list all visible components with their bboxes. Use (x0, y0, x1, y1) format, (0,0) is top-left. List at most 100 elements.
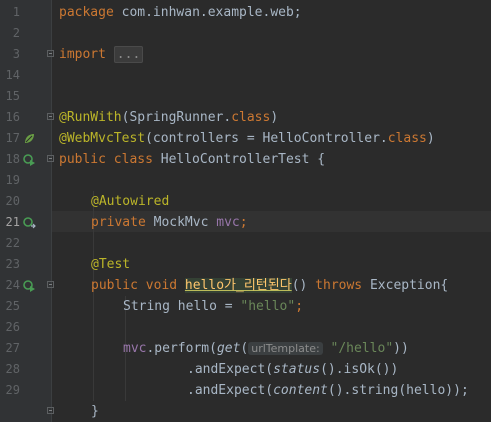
keyword-public-void: public void (91, 278, 185, 293)
code-text[interactable]: public void hello가_리턴된다() throws Excepti… (91, 275, 448, 296)
field-mvc: mvc (216, 215, 240, 230)
string-literal: "hello" (240, 299, 296, 314)
keyword-class: class (231, 110, 271, 125)
code-text[interactable]: private MockMvc mvc; (91, 212, 248, 233)
code-text[interactable]: .andExpect(status().isOk()) (187, 359, 398, 380)
folded-imports[interactable]: ... (113, 46, 144, 63)
closing-brace: } (91, 404, 99, 419)
semicolon: ; (295, 299, 304, 314)
url-literal: "/hello" (330, 341, 394, 356)
keyword-private: private (91, 215, 154, 230)
code-text[interactable]: @RunWith(SpringRunner.class) (59, 107, 278, 128)
fold-icon[interactable] (47, 155, 54, 162)
line-number: 16 (5, 110, 20, 124)
line-number: 18 (5, 152, 20, 166)
code-text[interactable]: .andExpect(content().string(hello)); (187, 380, 469, 401)
fold-icon[interactable] (47, 50, 54, 57)
line-number: 14 (5, 68, 20, 82)
line-number: 23 (5, 257, 20, 271)
exception-type: Exception{ (362, 278, 449, 293)
run-test-icon[interactable] (23, 279, 36, 292)
line-number: 2 (12, 26, 20, 40)
code-text[interactable]: public class HelloControllerTest { (59, 149, 325, 170)
is-ok-call: ().isOk()) (320, 362, 399, 377)
autowired-navigate-icon[interactable] (23, 216, 36, 229)
keyword-import: import (59, 47, 106, 62)
code-text[interactable]: @Test (91, 254, 130, 275)
annotation-webmvctest: @WebMvcTest (59, 131, 146, 146)
annotation-runwith: @RunWith (59, 110, 122, 125)
code-text[interactable]: @Autowired (91, 191, 169, 212)
code-line: 22 (0, 233, 491, 254)
code-line: 2 (0, 23, 491, 44)
keyword-throws: throws (315, 278, 363, 293)
parameter-hint: urlTemplate: (248, 342, 323, 355)
code-line: 29 .andExpect(content().string(hello)); (0, 380, 491, 401)
line-number: 28 (5, 362, 20, 376)
code-line: 23 @Test (0, 254, 491, 275)
code-line: 21 private MockMvc mvc; (0, 212, 491, 233)
line-number: 1 (12, 5, 20, 19)
keyword-package: package (59, 5, 114, 20)
code-line: 26 (0, 317, 491, 338)
code-line: 25 String hello = "hello"; (0, 296, 491, 317)
keyword-class: class (387, 131, 427, 146)
code-line: 14 (0, 65, 491, 86)
code-line: 1 package com.inhwan.example.web; (0, 2, 491, 23)
method-params: () (291, 278, 316, 293)
line-number: 25 (5, 299, 20, 313)
code-line: 24 public void hello가_리턴된다() throws Exce… (0, 275, 491, 296)
code-text[interactable]: @WebMvcTest(controllers = HelloControlle… (59, 128, 435, 149)
paren-close: ) (426, 131, 435, 146)
paren-close: ) (270, 110, 279, 125)
fold-icon[interactable] (47, 281, 54, 288)
semicolon: ; (239, 215, 248, 230)
code-line: 3 import ... (0, 44, 491, 65)
code-line: 15 (0, 86, 491, 107)
line-number: 17 (5, 131, 20, 145)
code-line: 28 .andExpect(status().isOk()) (0, 359, 491, 380)
code-line: 18 public class HelloControllerTest { (0, 149, 491, 170)
field-mvc: mvc (123, 341, 147, 356)
type-mockmvc: MockMvc (153, 215, 217, 230)
line-number: 3 (12, 47, 20, 61)
code-text[interactable]: package com.inhwan.example.web; (59, 2, 302, 23)
code-line: 20 @Autowired (0, 191, 491, 212)
fold-icon[interactable] (47, 113, 54, 120)
code-text[interactable]: String hello = "hello"; (123, 296, 303, 317)
paren-close: )) (393, 341, 409, 356)
code-line: 16 @RunWith(SpringRunner.class) (0, 107, 491, 128)
code-text[interactable]: } (91, 401, 99, 422)
code-editor[interactable]: 1 package com.inhwan.example.web; 2 3 im… (0, 0, 491, 422)
perform-call: .perform( (146, 341, 217, 356)
and-expect-call: .andExpect( (187, 362, 274, 377)
string-declaration: String hello = (123, 299, 241, 314)
get-call: get (216, 341, 241, 356)
fold-icon[interactable] (47, 407, 54, 414)
class-name: HelloControllerTest { (160, 152, 326, 167)
annotation-test: @Test (91, 257, 131, 272)
and-expect-call: .andExpect( (187, 383, 274, 398)
keyword-public-class: public class (59, 152, 161, 167)
code-text[interactable]: mvc.perform(get(urlTemplate: "/hello")) (123, 338, 409, 359)
line-number: 26 (5, 320, 20, 334)
code-line: } (0, 401, 491, 422)
package-name: com.inhwan.example.web; (113, 5, 302, 20)
line-number: 24 (5, 278, 20, 292)
runwith-args: (SpringRunner. (121, 110, 232, 125)
string-matcher-call: ().string(hello)); (327, 383, 469, 398)
method-name[interactable]: hello가_리턴된다 (184, 278, 292, 293)
line-number: 21 (5, 215, 20, 229)
line-number: 27 (5, 341, 20, 355)
status-call: status (273, 362, 321, 377)
line-number: 15 (5, 89, 20, 103)
code-line: 27 mvc.perform(get(urlTemplate: "/hello"… (0, 338, 491, 359)
code-text[interactable]: import ... (59, 44, 144, 65)
annotation-autowired: @Autowired (91, 194, 170, 209)
line-number: 20 (5, 194, 20, 208)
line-number: 19 (5, 173, 20, 187)
spring-leaf-icon[interactable] (23, 132, 36, 145)
content-call: content (273, 383, 328, 398)
line-number: 29 (5, 383, 20, 397)
run-test-icon[interactable] (23, 153, 36, 166)
